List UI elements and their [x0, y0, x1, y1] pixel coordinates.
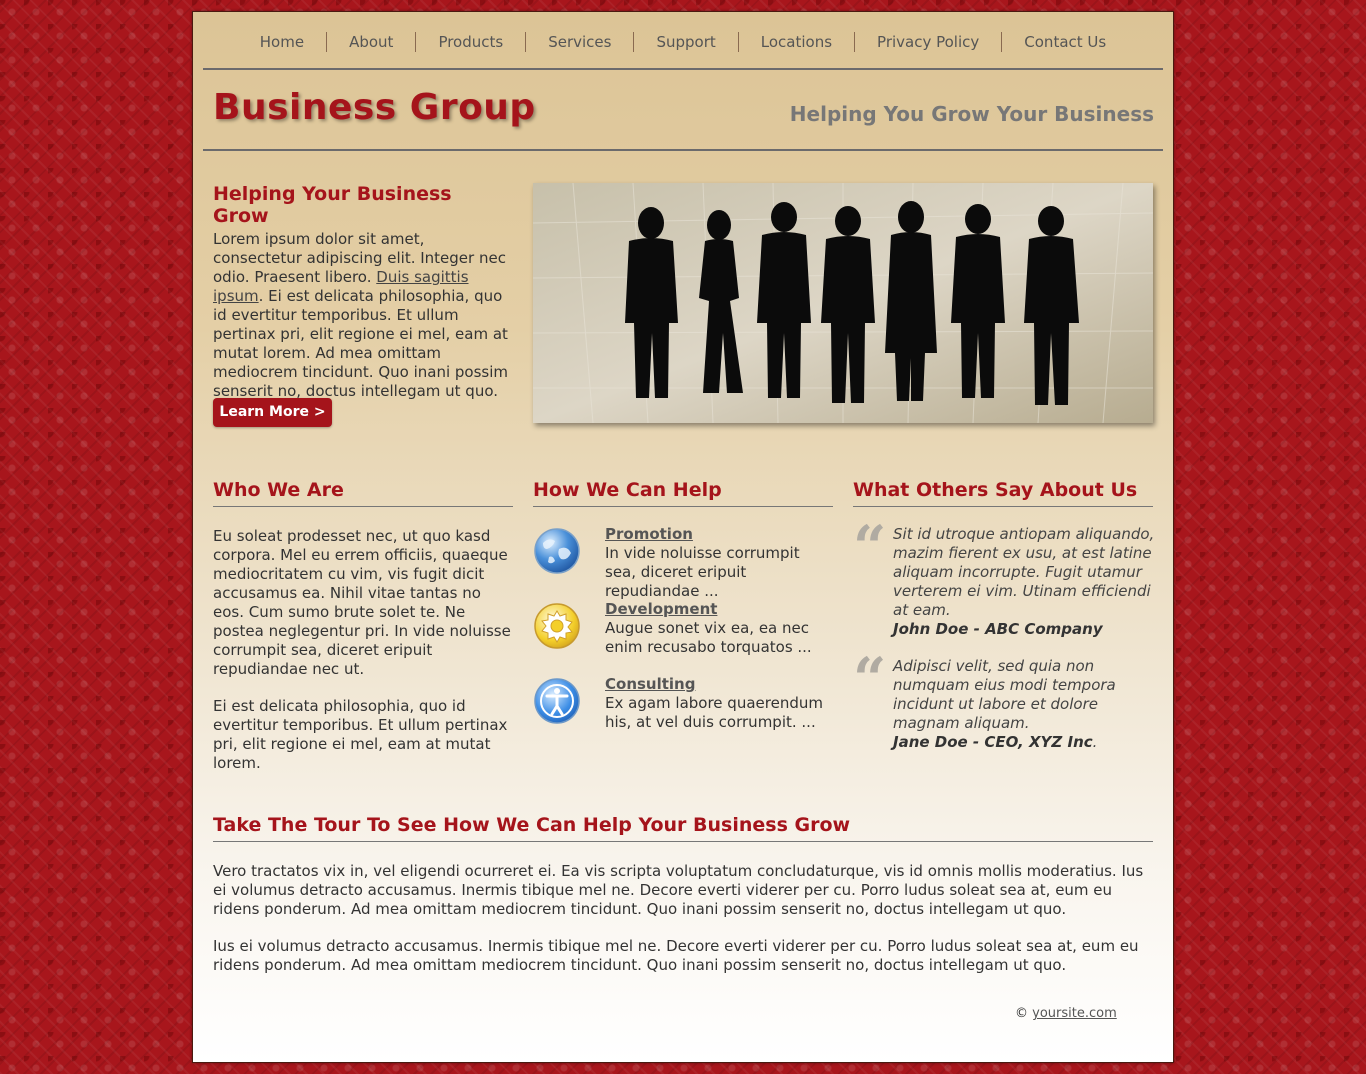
tour-paragraph-1: Vero tractatos vix in, vel eligendi ocur…	[213, 862, 1144, 918]
team-silhouette-banner	[533, 183, 1153, 423]
help-item-consulting: Consulting Ex agam labore quaerendum his…	[533, 675, 833, 735]
nav-privacy-policy[interactable]: Privacy Policy	[855, 32, 1003, 52]
consulting-text: Ex agam labore quaerendum his, at vel du…	[605, 694, 823, 731]
globe-icon	[534, 528, 580, 574]
promotion-text: In vide noluisse corrumpit sea, diceret …	[605, 544, 800, 600]
footer-site-link[interactable]: yoursite.com	[1032, 1006, 1117, 1021]
help-item-development: Development Augue sonet vix ea, ea nec e…	[533, 600, 833, 660]
promotion-link[interactable]: Promotion	[605, 525, 833, 544]
who-paragraph-2: Ei est delicata philosophia, quo id ever…	[213, 697, 508, 772]
quote-mark-icon: “	[853, 513, 887, 581]
nav-locations[interactable]: Locations	[739, 32, 856, 52]
site-logo[interactable]: Business Group	[213, 87, 536, 128]
nav-home[interactable]: Home	[238, 32, 328, 52]
who-paragraph-1: Eu soleat prodesset nec, ut quo kasd cor…	[213, 527, 511, 678]
testimonial-1-text: Sit id utroque antiopam aliquando, mazim…	[893, 525, 1155, 619]
consulting-link[interactable]: Consulting	[605, 675, 833, 694]
learn-more-button[interactable]: Learn More >	[213, 398, 332, 427]
testimonial-2-author: Jane Doe - CEO, XYZ Inc	[893, 733, 1093, 751]
how-we-can-help-section: How We Can Help Promotion In vide noluis…	[533, 479, 833, 731]
testimonial-2-text: Adipisci velit, sed quia non numquam eiu…	[893, 657, 1116, 732]
tour-paragraph-2: Ius ei volumus detracto accusamus. Inerm…	[213, 937, 1139, 974]
intro-title: Helping Your Business Grow	[213, 183, 452, 227]
gear-icon	[534, 603, 580, 649]
development-text: Augue sonet vix ea, ea nec enim recusabo…	[605, 619, 812, 656]
banner-image	[533, 183, 1153, 423]
nav-contact-us[interactable]: Contact Us	[1002, 32, 1128, 52]
nav-divider	[203, 68, 1163, 70]
copyright-symbol: ©	[1015, 1006, 1028, 1021]
nav-support[interactable]: Support	[634, 32, 739, 52]
quote-mark-icon: “	[853, 645, 887, 713]
how-we-can-help-title: How We Can Help	[533, 479, 833, 507]
tour-section: Take The Tour To See How We Can Help You…	[213, 814, 1153, 975]
testimonials-section: What Others Say About Us “ Sit id utroqu…	[853, 479, 1155, 751]
development-link[interactable]: Development	[605, 600, 833, 619]
testimonials-title: What Others Say About Us	[853, 479, 1153, 507]
who-we-are-title: Who We Are	[213, 479, 513, 507]
nav-services[interactable]: Services	[526, 32, 635, 52]
testimonial-1-author: John Doe - ABC Company	[893, 620, 1103, 638]
help-item-promotion: Promotion In vide noluisse corrumpit sea…	[533, 525, 833, 600]
nav-about[interactable]: About	[327, 32, 417, 52]
intro-section: Helping Your Business Grow Lorem ipsum d…	[213, 183, 513, 401]
intro-text: Lorem ipsum dolor sit amet, consectetur …	[213, 230, 508, 400]
who-we-are-section: Who We Are Eu soleat prodesset nec, ut q…	[213, 479, 513, 773]
page-container: Home About Products Services Support Location…	[192, 11, 1174, 1063]
header-divider	[203, 149, 1163, 151]
footer: © yoursite.com	[1015, 1006, 1117, 1021]
accessibility-icon	[534, 678, 580, 724]
nav-products[interactable]: Products	[416, 32, 527, 52]
top-navigation: Home About Products Services Support Location…	[193, 32, 1173, 52]
tour-title: Take The Tour To See How We Can Help You…	[213, 814, 1153, 842]
site-tagline: Helping You Grow Your Business	[789, 102, 1154, 126]
